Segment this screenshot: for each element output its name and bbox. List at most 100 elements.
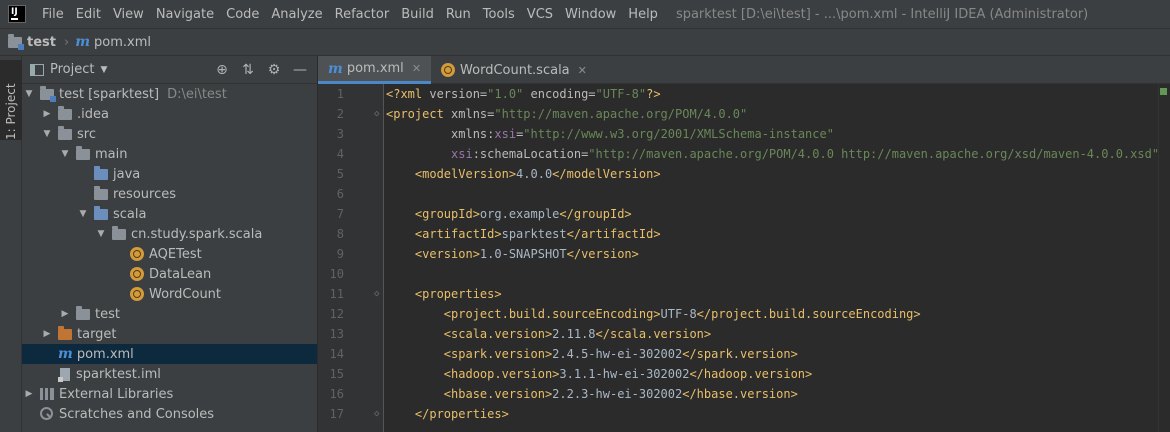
no-problems-icon	[1160, 88, 1167, 95]
code-token: <project.build.sourceEncoding>	[386, 307, 661, 321]
scala-object-icon	[130, 267, 144, 281]
code-token: <hadoop.version>	[386, 367, 560, 381]
code-token: "http://maven.apache.org/POM/4.0.0 http:…	[588, 147, 1160, 161]
code-text: <project.build.sourceEncoding>UTF-8</pro…	[386, 307, 921, 321]
tab-label: WordCount.scala	[460, 62, 570, 78]
menu-vcs[interactable]: VCS	[521, 7, 559, 22]
maven-file-icon: m	[58, 346, 73, 362]
menu-view[interactable]: View	[107, 7, 150, 22]
tree-item-external-libraries[interactable]: ▶ External Libraries	[22, 384, 317, 404]
tree-item-package[interactable]: ▼ cn.study.spark.scala	[22, 224, 317, 244]
tree-item-wordcount[interactable]: WordCount	[22, 284, 317, 304]
collapse-all-icon[interactable]: ⇅	[241, 62, 255, 78]
tree-item-idea[interactable]: ▶ .idea	[22, 104, 317, 124]
gear-icon[interactable]: ⚙	[267, 62, 281, 78]
fold-marker-icon[interactable]: ◇	[374, 289, 379, 299]
code-token: 3.1.1-hw-ei-302002	[559, 367, 690, 381]
expanded-arrow-icon[interactable]: ▼	[60, 149, 70, 159]
fold-marker-icon[interactable]: ◇	[374, 109, 379, 119]
collapsed-arrow-icon[interactable]: ▶	[60, 309, 70, 319]
tree-item-target[interactable]: ▶ target	[22, 324, 317, 344]
folder-icon	[58, 105, 72, 120]
code-token: </project.build.sourceEncoding>	[696, 307, 921, 321]
tree-item-label: test	[95, 306, 120, 322]
expanded-arrow-icon[interactable]: ▼	[78, 209, 88, 219]
collapsed-arrow-icon[interactable]: ▶	[24, 389, 34, 399]
tree-item-scala[interactable]: ▼ scala	[22, 204, 317, 224]
code-token: <scala.version>	[386, 327, 553, 341]
code-token: 1.0-SNAPSHOT	[479, 247, 567, 261]
maven-file-icon: m	[328, 60, 343, 77]
tree-item-main[interactable]: ▼ main	[22, 144, 317, 164]
expanded-arrow-icon[interactable]: ▼	[42, 129, 52, 139]
line-number: 16	[329, 387, 344, 401]
tree-item-pom[interactable]: m pom.xml	[22, 344, 317, 364]
line-number: 8	[336, 227, 344, 241]
tab-pom-xml[interactable]: m pom.xml ✕	[318, 56, 432, 84]
close-icon[interactable]: ✕	[412, 62, 421, 75]
folder-icon	[58, 125, 72, 140]
menu-refactor[interactable]: Refactor	[329, 7, 396, 22]
menu-navigate[interactable]: Navigate	[150, 7, 220, 22]
expanded-arrow-icon[interactable]: ▼	[96, 229, 106, 239]
line-number: 5	[336, 167, 344, 181]
tree-item-label: target	[77, 326, 117, 342]
line-number: 2	[336, 107, 344, 121]
code-token: <groupId>	[386, 207, 480, 221]
menu-run[interactable]: Run	[440, 7, 477, 22]
hide-panel-icon[interactable]: —	[293, 62, 307, 78]
menu-file[interactable]: File	[36, 7, 70, 22]
tree-item-project-root[interactable]: ▼ test [sparktest] D:\ei\test	[22, 84, 317, 104]
tree-item-test[interactable]: ▶ test	[22, 304, 317, 324]
tree-item-src[interactable]: ▼ src	[22, 124, 317, 144]
chevron-down-icon[interactable]: ▼	[100, 65, 107, 75]
breadcrumb-file[interactable]: pom.xml	[94, 35, 151, 50]
scala-object-icon	[130, 287, 144, 301]
code-token: </hbase.version>	[682, 387, 798, 401]
code-editor[interactable]: 1 <?xml version="1.0" encoding="UTF-8"?> 2…	[318, 84, 1170, 432]
tree-item-aqetest[interactable]: AQETest	[22, 244, 317, 264]
tab-wordcount-scala[interactable]: WordCount.scala ✕	[431, 56, 597, 84]
tab-label: pom.xml	[346, 61, 404, 76]
tree-item-label: sparktest.iml	[76, 366, 161, 382]
code-text: <hbase.version>2.2.3-hw-ei-302002</hbase…	[386, 387, 798, 401]
line-number: 6	[336, 187, 344, 201]
collapsed-arrow-icon[interactable]: ▶	[42, 109, 52, 119]
code-token: xmlns=	[451, 107, 495, 121]
scala-object-icon	[130, 247, 144, 261]
code-token: </hadoop.version>	[689, 367, 813, 381]
close-icon[interactable]: ✕	[578, 64, 587, 77]
menu-tools[interactable]: Tools	[477, 7, 521, 22]
code-token: <modelVersion>	[386, 167, 517, 181]
code-token: </properties>	[386, 407, 509, 421]
menu-code[interactable]: Code	[220, 7, 265, 22]
code-token: <?xml	[386, 87, 430, 101]
breadcrumb-project[interactable]: test	[27, 35, 56, 50]
menu-analyze[interactable]: Analyze	[265, 7, 328, 22]
code-token: :schemaLocation=	[472, 147, 589, 161]
tree-item-datalean[interactable]: DataLean	[22, 264, 317, 284]
code-text: xmlns:xsi="http://www.w3.org/2001/XMLSch…	[386, 127, 834, 141]
menu-help[interactable]: Help	[622, 7, 664, 22]
menu-window[interactable]: Window	[559, 7, 622, 22]
tree-item-java[interactable]: java	[22, 164, 317, 184]
tree-item-scratches[interactable]: Scratches and Consoles	[22, 404, 317, 424]
project-view-selector[interactable]: Project	[50, 62, 94, 77]
fold-marker-icon[interactable]: ◇	[374, 409, 379, 419]
tree-item-iml[interactable]: sparktest.iml	[22, 364, 317, 384]
project-folder-icon	[40, 85, 56, 102]
menu-build[interactable]: Build	[395, 7, 440, 22]
project-tool-window-tab[interactable]: 1: Project	[0, 60, 22, 140]
tree-item-resources[interactable]: resources	[22, 184, 317, 204]
fold-gutter	[370, 84, 384, 432]
project-panel: Project ▼ ⊕ ⇅ ⚙ — ▼ test [sparktest] D:\…	[22, 56, 318, 432]
tree-item-label: External Libraries	[59, 386, 174, 402]
code-token: xsi	[386, 147, 473, 161]
tree-item-label: .idea	[77, 106, 109, 122]
locate-file-icon[interactable]: ⊕	[215, 62, 229, 78]
tree-item-label: AQETest	[149, 246, 202, 262]
menu-edit[interactable]: Edit	[70, 7, 107, 22]
expanded-arrow-icon[interactable]: ▼	[24, 89, 34, 99]
collapsed-arrow-icon[interactable]: ▶	[42, 329, 52, 339]
code-token: <hbase.version>	[386, 387, 553, 401]
